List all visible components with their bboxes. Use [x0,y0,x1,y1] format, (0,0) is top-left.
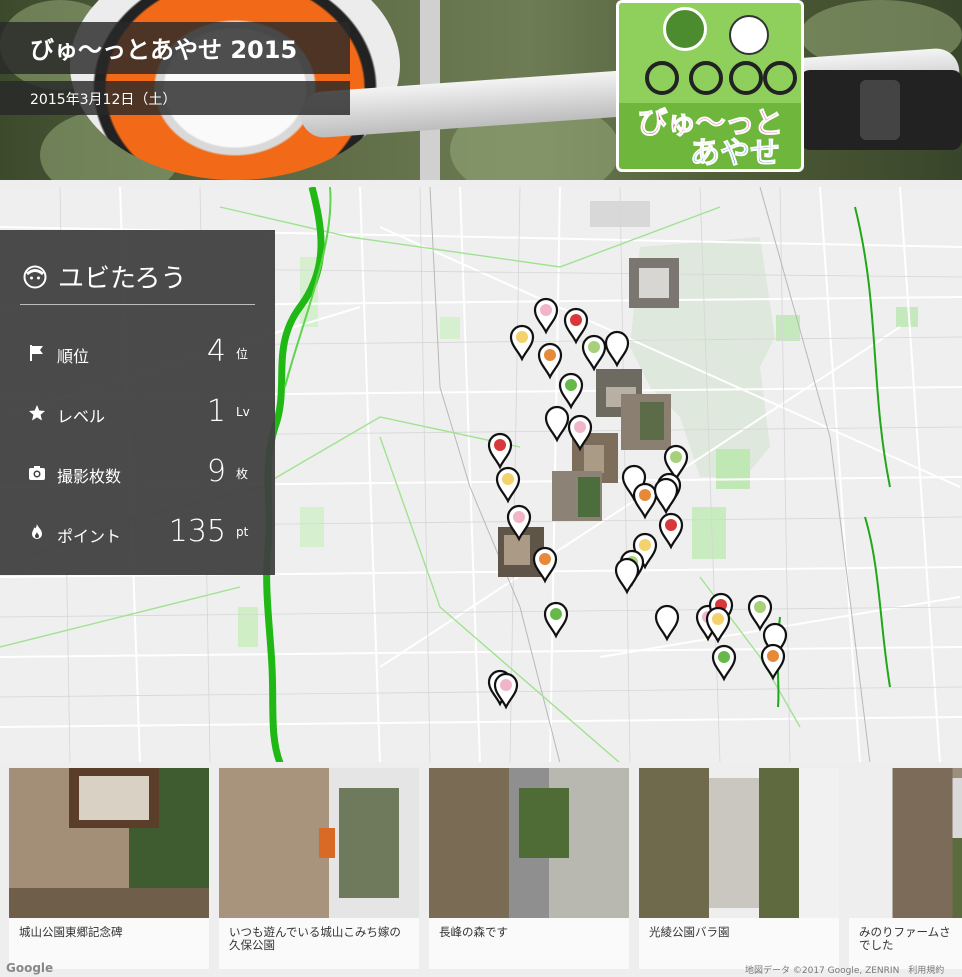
stat-label-level: レベル [57,407,106,426]
user-name: ユビたろう [58,264,187,294]
stat-label-rank: 順位 [57,347,90,366]
photo-caption-5: みのりファームさでした [849,918,962,969]
flame-icon [32,524,42,539]
photo-caption-2: いつも遊んでいる城山こみち嫁の久保公園 [219,918,419,969]
map-pin-mascot-icon [502,473,514,485]
map-attribution[interactable]: 地図データ ©2017 Google, ZENRIN 利用規約 [745,963,944,976]
map-pin-mascot-icon [588,341,600,353]
google-logo: Google [6,961,54,975]
map-pin-mascot-icon [718,651,730,663]
stat-value-points: 135 [168,514,226,549]
event-title: びゅ〜っとあやせ 2015 [30,36,298,64]
map-pin-mascot-icon [551,412,563,424]
stat-value-level: 1 [206,394,226,429]
map-pin-mascot-icon [516,331,528,343]
stat-unit-rank: 位 [236,347,249,361]
map-pin-mascot-icon [539,553,551,565]
stat-unit-points: pt [236,525,249,539]
map-pin-mascot-icon [574,421,586,433]
photo-thumbnail-3 [429,768,629,918]
map-pin-mascot-icon [665,519,677,531]
photo-thumbnail-1 [9,768,209,918]
map-pin-mascot-icon [754,601,766,613]
map-pin-mascot-icon [639,489,651,501]
event-date: 2015年3月12日（土） [30,92,177,108]
stat-value-photos: 9 [206,454,226,489]
map-pin-mascot-icon [513,511,525,523]
map-pin-mascot-icon [628,471,640,483]
photo-thumbnail-5 [892,768,962,918]
photo-card-4[interactable]: 光綾公園バラ園 [639,768,839,969]
logo-text-line2: あやせ [690,136,781,172]
photo-thumbnail-2 [219,768,419,918]
user-face-icon [23,265,47,289]
map-pin-mascot-icon [621,564,633,576]
photo-thumbnail-4 [639,768,839,918]
photo-card-1[interactable]: 城山公園東郷記念碑 [9,768,209,969]
panel-divider [20,304,255,305]
stat-unit-level: Lv [236,405,250,419]
camera-icon [29,466,45,480]
photo-card-2[interactable]: いつも遊んでいる城山こみち嫁の久保公園 [219,768,419,969]
photo-card-5[interactable]: みのりファームさでした [849,768,962,969]
map-pin-mascot-icon [767,650,779,662]
star-icon [29,405,45,421]
stat-label-points: ポイント [57,527,122,546]
map-pin-mascot-icon [500,679,512,691]
stat-value-rank: 4 [206,334,226,369]
map-pin-mascot-icon [661,611,673,623]
map-pin-mascot-icon [660,484,672,496]
map-pin-mascot-icon [540,304,552,316]
photo-card-3[interactable]: 長峰の森です [429,768,629,969]
map-pin-mascot-icon [769,629,781,641]
photo-caption-3: 長峰の森です [429,918,629,969]
map-pin-mascot-icon [639,539,651,551]
map-pin-mascot-icon [550,608,562,620]
page-root: びゅ〜っと あやせ びゅ〜っとあやせ 2015 2015年3月12日（土） ユビ… [0,0,962,977]
flag-icon [30,345,43,361]
map-pin-mascot-icon [494,439,506,451]
map-pin-mascot-icon [670,451,682,463]
hero-banner-photo: びゅ〜っと あやせ びゅ〜っとあやせ 2015 2015年3月12日（土） [0,0,962,180]
map-pin-mascot-icon [565,379,577,391]
stat-label-photos: 撮影枚数 [57,467,122,486]
mascot-icon [663,7,707,51]
map-pin-mascot-icon [544,349,556,361]
map-pin-mascot-icon [570,314,582,326]
map-pin-mascot-icon [712,613,724,625]
mascot-cat-icon [729,15,769,55]
photo-caption-4: 光綾公園バラ園 [639,918,839,969]
stat-unit-photos: 枚 [236,467,249,481]
map-pin-mascot-icon [611,337,623,349]
